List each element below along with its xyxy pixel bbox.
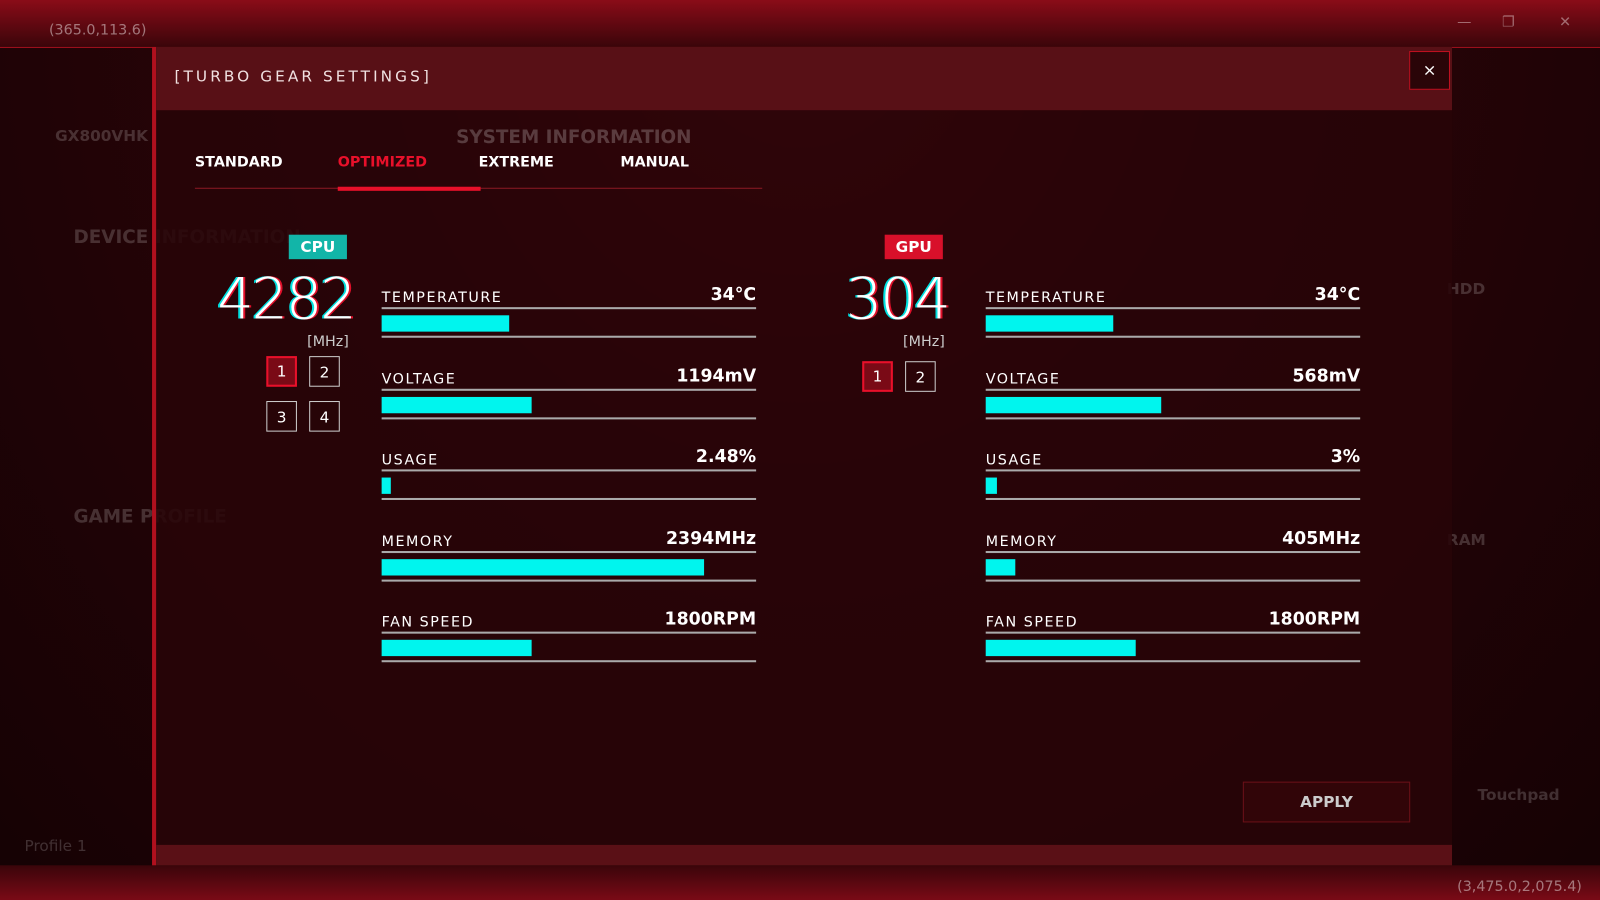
cpu-usage-metric: USAGE 2.48% <box>381 442 757 524</box>
profile-label: Profile 1 <box>24 836 87 856</box>
window-close-icon[interactable]: ✕ <box>1559 14 1571 30</box>
gpu-fan-speed-value: 1800RPM <box>1268 609 1361 630</box>
tab-optimized[interactable]: OPTIMIZED <box>338 154 427 170</box>
cpu-fan-speed-bar-fill <box>381 639 532 657</box>
cpu-voltage-bar <box>381 388 757 419</box>
coordinate-readout: (3,475.0,2,075.4) <box>1457 878 1582 895</box>
gpu-temperature-bar <box>985 307 1361 338</box>
gpu-memory-bar <box>985 550 1361 582</box>
tab-extreme[interactable]: EXTREME <box>479 154 554 170</box>
close-button[interactable]: × <box>1409 51 1450 90</box>
gpu-usage-bar <box>985 469 1361 500</box>
cpu-fan-speed-label: FAN SPEED <box>381 614 475 631</box>
cpu-memory-label: MEMORY <box>381 533 454 550</box>
cpu-fan-speed-metric: FAN SPEED 1800RPM <box>381 604 757 686</box>
cpu-usage-label: USAGE <box>381 452 439 469</box>
gpu-usage-metric: USAGE 3% <box>985 442 1361 524</box>
cpu-memory-value: 2394MHz <box>665 528 757 549</box>
gpu-memory-bar-fill <box>985 558 1016 575</box>
gpu-temperature-label: TEMPERATURE <box>985 289 1107 307</box>
dialog-footer <box>156 844 1453 866</box>
cpu-usage-bar-fill <box>381 477 391 494</box>
cpu-memory-bar <box>381 550 757 582</box>
cpu-usage-bar <box>381 469 757 500</box>
cpu-temperature-bar <box>381 307 757 338</box>
cpu-voltage-bar-fill <box>381 396 532 413</box>
gpu-core-2[interactable]: 2 <box>905 361 936 392</box>
gpu-voltage-bar-fill <box>985 396 1162 413</box>
turbo-gear-dialog: SYSTEM INFORMATION [TURBO GEAR SETTINGS]… <box>152 46 1453 866</box>
coordinate-readout: (365.0,113.6) <box>48 22 147 39</box>
cpu-core-4[interactable]: 4 <box>309 401 340 432</box>
gpu-temperature-bar-fill <box>985 315 1114 332</box>
cpu-temperature-label: TEMPERATURE <box>381 289 503 307</box>
model-name: GX800VHK <box>55 126 148 145</box>
restore-icon[interactable]: ❐ <box>1502 14 1515 30</box>
gpu-voltage-value: 568mV <box>1292 365 1361 387</box>
hdd-label: HDD <box>1446 279 1486 298</box>
apply-button[interactable]: APPLY <box>1242 781 1411 823</box>
gpu-core-1[interactable]: 1 <box>862 361 893 392</box>
cpu-voltage-label: VOLTAGE <box>381 370 457 388</box>
cpu-voltage-value: 1194mV <box>676 365 757 387</box>
active-tab-indicator <box>337 186 481 191</box>
gpu-fan-speed-bar-fill <box>985 639 1136 657</box>
gpu-voltage-metric: VOLTAGE 568mV <box>985 361 1361 443</box>
gpu-memory-metric: MEMORY 405MHz <box>985 523 1361 605</box>
gpu-fan-speed-metric: FAN SPEED 1800RPM <box>985 604 1361 686</box>
tab-manual[interactable]: MANUAL <box>620 154 689 170</box>
system-info-heading: SYSTEM INFORMATION <box>456 126 692 148</box>
gpu-usage-value: 3% <box>1330 446 1361 468</box>
gpu-temperature-metric: TEMPERATURE 34°C <box>985 280 1361 362</box>
gpu-clock-unit: [MHz] <box>903 333 945 350</box>
gpu-usage-bar-fill <box>985 477 997 494</box>
cpu-memory-bar-fill <box>381 558 704 575</box>
cpu-temperature-bar-fill <box>381 315 509 332</box>
app-bottom-bar <box>0 865 1600 900</box>
app-window: — ❐ ✕ (365.0,113.6) (3,475.0,2,075.4) GX… <box>0 0 1600 900</box>
cpu-usage-value: 2.48% <box>695 446 757 468</box>
app-title-bar <box>0 0 1600 48</box>
cpu-memory-metric: MEMORY 2394MHz <box>381 523 757 605</box>
dialog-title: [TURBO GEAR SETTINGS] <box>174 67 432 86</box>
cpu-badge: CPU <box>288 234 347 260</box>
cpu-clock: 4282 <box>217 266 356 333</box>
gpu-memory-label: MEMORY <box>985 533 1058 550</box>
gpu-fan-speed-label: FAN SPEED <box>985 614 1079 631</box>
ram-label: RAM <box>1446 530 1486 549</box>
cpu-temperature-metric: TEMPERATURE 34°C <box>381 280 757 362</box>
touchpad-label: Touchpad <box>1477 785 1560 805</box>
cpu-fan-speed-bar <box>381 631 757 663</box>
cpu-voltage-metric: VOLTAGE 1194mV <box>381 361 757 443</box>
minimize-icon[interactable]: — <box>1457 14 1471 30</box>
cpu-core-1[interactable]: 1 <box>266 356 297 387</box>
cpu-core-3[interactable]: 3 <box>266 401 297 432</box>
cpu-core-2[interactable]: 2 <box>309 356 340 387</box>
gpu-fan-speed-bar <box>985 631 1361 663</box>
gpu-clock: 304 <box>845 266 951 333</box>
gpu-voltage-label: VOLTAGE <box>985 370 1061 388</box>
gpu-usage-label: USAGE <box>985 452 1043 469</box>
tab-standard[interactable]: STANDARD <box>195 154 283 170</box>
cpu-temperature-value: 34°C <box>710 284 757 306</box>
dialog-header: [TURBO GEAR SETTINGS] <box>156 46 1453 111</box>
gpu-memory-value: 405MHz <box>1282 528 1361 549</box>
gpu-temperature-value: 34°C <box>1314 284 1361 306</box>
gpu-voltage-bar <box>985 388 1361 419</box>
gpu-badge: GPU <box>884 234 943 260</box>
cpu-clock-unit: [MHz] <box>307 333 349 350</box>
cpu-fan-speed-value: 1800RPM <box>664 609 757 630</box>
